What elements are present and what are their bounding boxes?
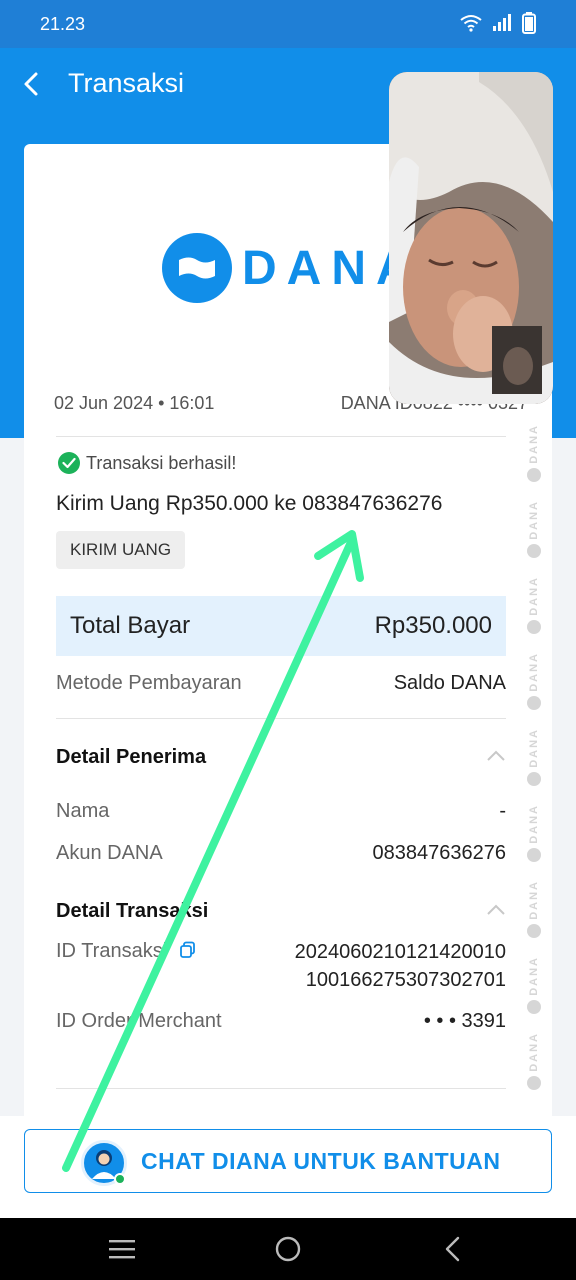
total-value: Rp350.000	[374, 612, 492, 639]
order-merchant-label: ID Order Merchant	[56, 1010, 222, 1032]
watermark-text: DANA	[528, 500, 540, 540]
watermark-dot	[527, 467, 541, 482]
transaction-section-header[interactable]: Detail Transaksi	[56, 900, 506, 923]
watermark-text: DANA	[528, 880, 540, 920]
recipient-name-value: -	[499, 800, 506, 822]
watermark-text: DANA	[528, 804, 540, 844]
watermark-dot	[527, 543, 541, 558]
recipient-account-value: 083847636276	[372, 842, 506, 864]
payment-method-row: Metode Pembayaran Saldo DANA	[56, 672, 506, 695]
transaction-description: Kirim Uang Rp350.000 ke 083847636276	[56, 492, 443, 515]
payment-method-label: Metode Pembayaran	[56, 672, 242, 694]
transaction-id-label: ID Transaksi	[56, 940, 197, 994]
order-merchant-row: ID Order Merchant • • • 3391	[56, 1010, 506, 1033]
divider	[56, 718, 506, 719]
watermark-text: DANA	[528, 728, 540, 768]
page-title: Transaksi	[68, 68, 185, 98]
wifi-icon	[460, 15, 482, 32]
transaction-id-row: ID Transaksi 2024060210121420010 1001662…	[56, 940, 506, 994]
transaction-type-badge: KIRIM UANG	[56, 531, 186, 569]
divider	[56, 436, 506, 437]
chat-diana-button[interactable]: CHAT DIANA UNTUK BANTUAN	[24, 1129, 552, 1193]
back-arrow-icon[interactable]	[18, 66, 46, 102]
transaction-section-title: Detail Transaksi	[56, 900, 209, 922]
transaction-id-line1: 2024060210121420010	[294, 941, 506, 963]
watermark-dot	[527, 695, 541, 710]
watermark-text: DANA	[528, 956, 540, 996]
dana-wave-icon	[179, 257, 215, 279]
home-icon[interactable]	[274, 1235, 302, 1263]
watermark-dot	[527, 1075, 541, 1090]
order-merchant-value: • • • 3391	[423, 1010, 506, 1032]
chevron-up-icon[interactable]	[486, 902, 506, 916]
system-nav-bar	[0, 1218, 576, 1280]
watermark-dot	[527, 999, 541, 1014]
recipient-name-row: Nama -	[56, 800, 506, 823]
payment-method-value: Saldo DANA	[393, 672, 506, 694]
battery-icon	[522, 12, 536, 34]
dana-logo-mark	[162, 233, 232, 303]
transaction-id-label-text: ID Transaksi	[56, 940, 168, 962]
total-bayar-row: Total Bayar Rp350.000	[56, 596, 506, 656]
dana-watermark: DANA DANA DANA DANA DANA DANA DANA DANA …	[524, 424, 544, 1114]
watermark-text: DANA	[528, 576, 540, 616]
online-indicator	[114, 1173, 126, 1185]
recipient-section-title: Detail Penerima	[56, 746, 207, 768]
watermark-dot	[527, 619, 541, 634]
bottom-action-bar: CHAT DIANA UNTUK BANTUAN	[0, 1116, 576, 1218]
chat-button-label: CHAT DIANA UNTUK BANTUAN	[141, 1148, 501, 1174]
check-icon	[58, 452, 80, 474]
diana-avatar	[81, 1140, 127, 1186]
watermark-dot	[527, 771, 541, 786]
status-time: 21.23	[40, 14, 86, 34]
watermark-text: DANA	[528, 424, 540, 464]
menu-icon[interactable]	[108, 1238, 136, 1260]
divider	[56, 1088, 506, 1089]
self-view-frame	[492, 326, 542, 394]
transaction-date: 02 Jun 2024 • 16:01	[54, 393, 215, 413]
transaction-id-value: 2024060210121420010 100166275307302701	[295, 938, 506, 994]
watermark-dot	[527, 923, 541, 938]
total-label: Total Bayar	[70, 612, 191, 639]
transaction-status: Transaksi berhasil!	[58, 452, 236, 474]
chevron-up-icon[interactable]	[486, 748, 506, 762]
transaction-id-line2: 100166275307302701	[305, 969, 506, 991]
recipient-name-label: Nama	[56, 800, 110, 822]
status-bar: 21.23	[0, 0, 576, 48]
signal-icon	[493, 14, 511, 31]
watermark-text: DANA	[528, 1032, 540, 1072]
watermark-text: DANA	[528, 652, 540, 692]
recipient-account-label: Akun DANA	[56, 842, 163, 864]
status-icons	[460, 12, 536, 34]
status-text: Transaksi berhasil!	[86, 452, 237, 473]
copy-icon[interactable]	[179, 941, 197, 959]
recipient-account-row: Akun DANA 083847636276	[56, 842, 506, 865]
watermark-dot	[527, 847, 541, 862]
dana-logo: DANA	[162, 232, 421, 304]
self-view-video[interactable]	[492, 326, 542, 394]
recipient-section-header[interactable]: Detail Penerima	[56, 746, 506, 769]
back-nav-icon[interactable]	[442, 1235, 464, 1263]
